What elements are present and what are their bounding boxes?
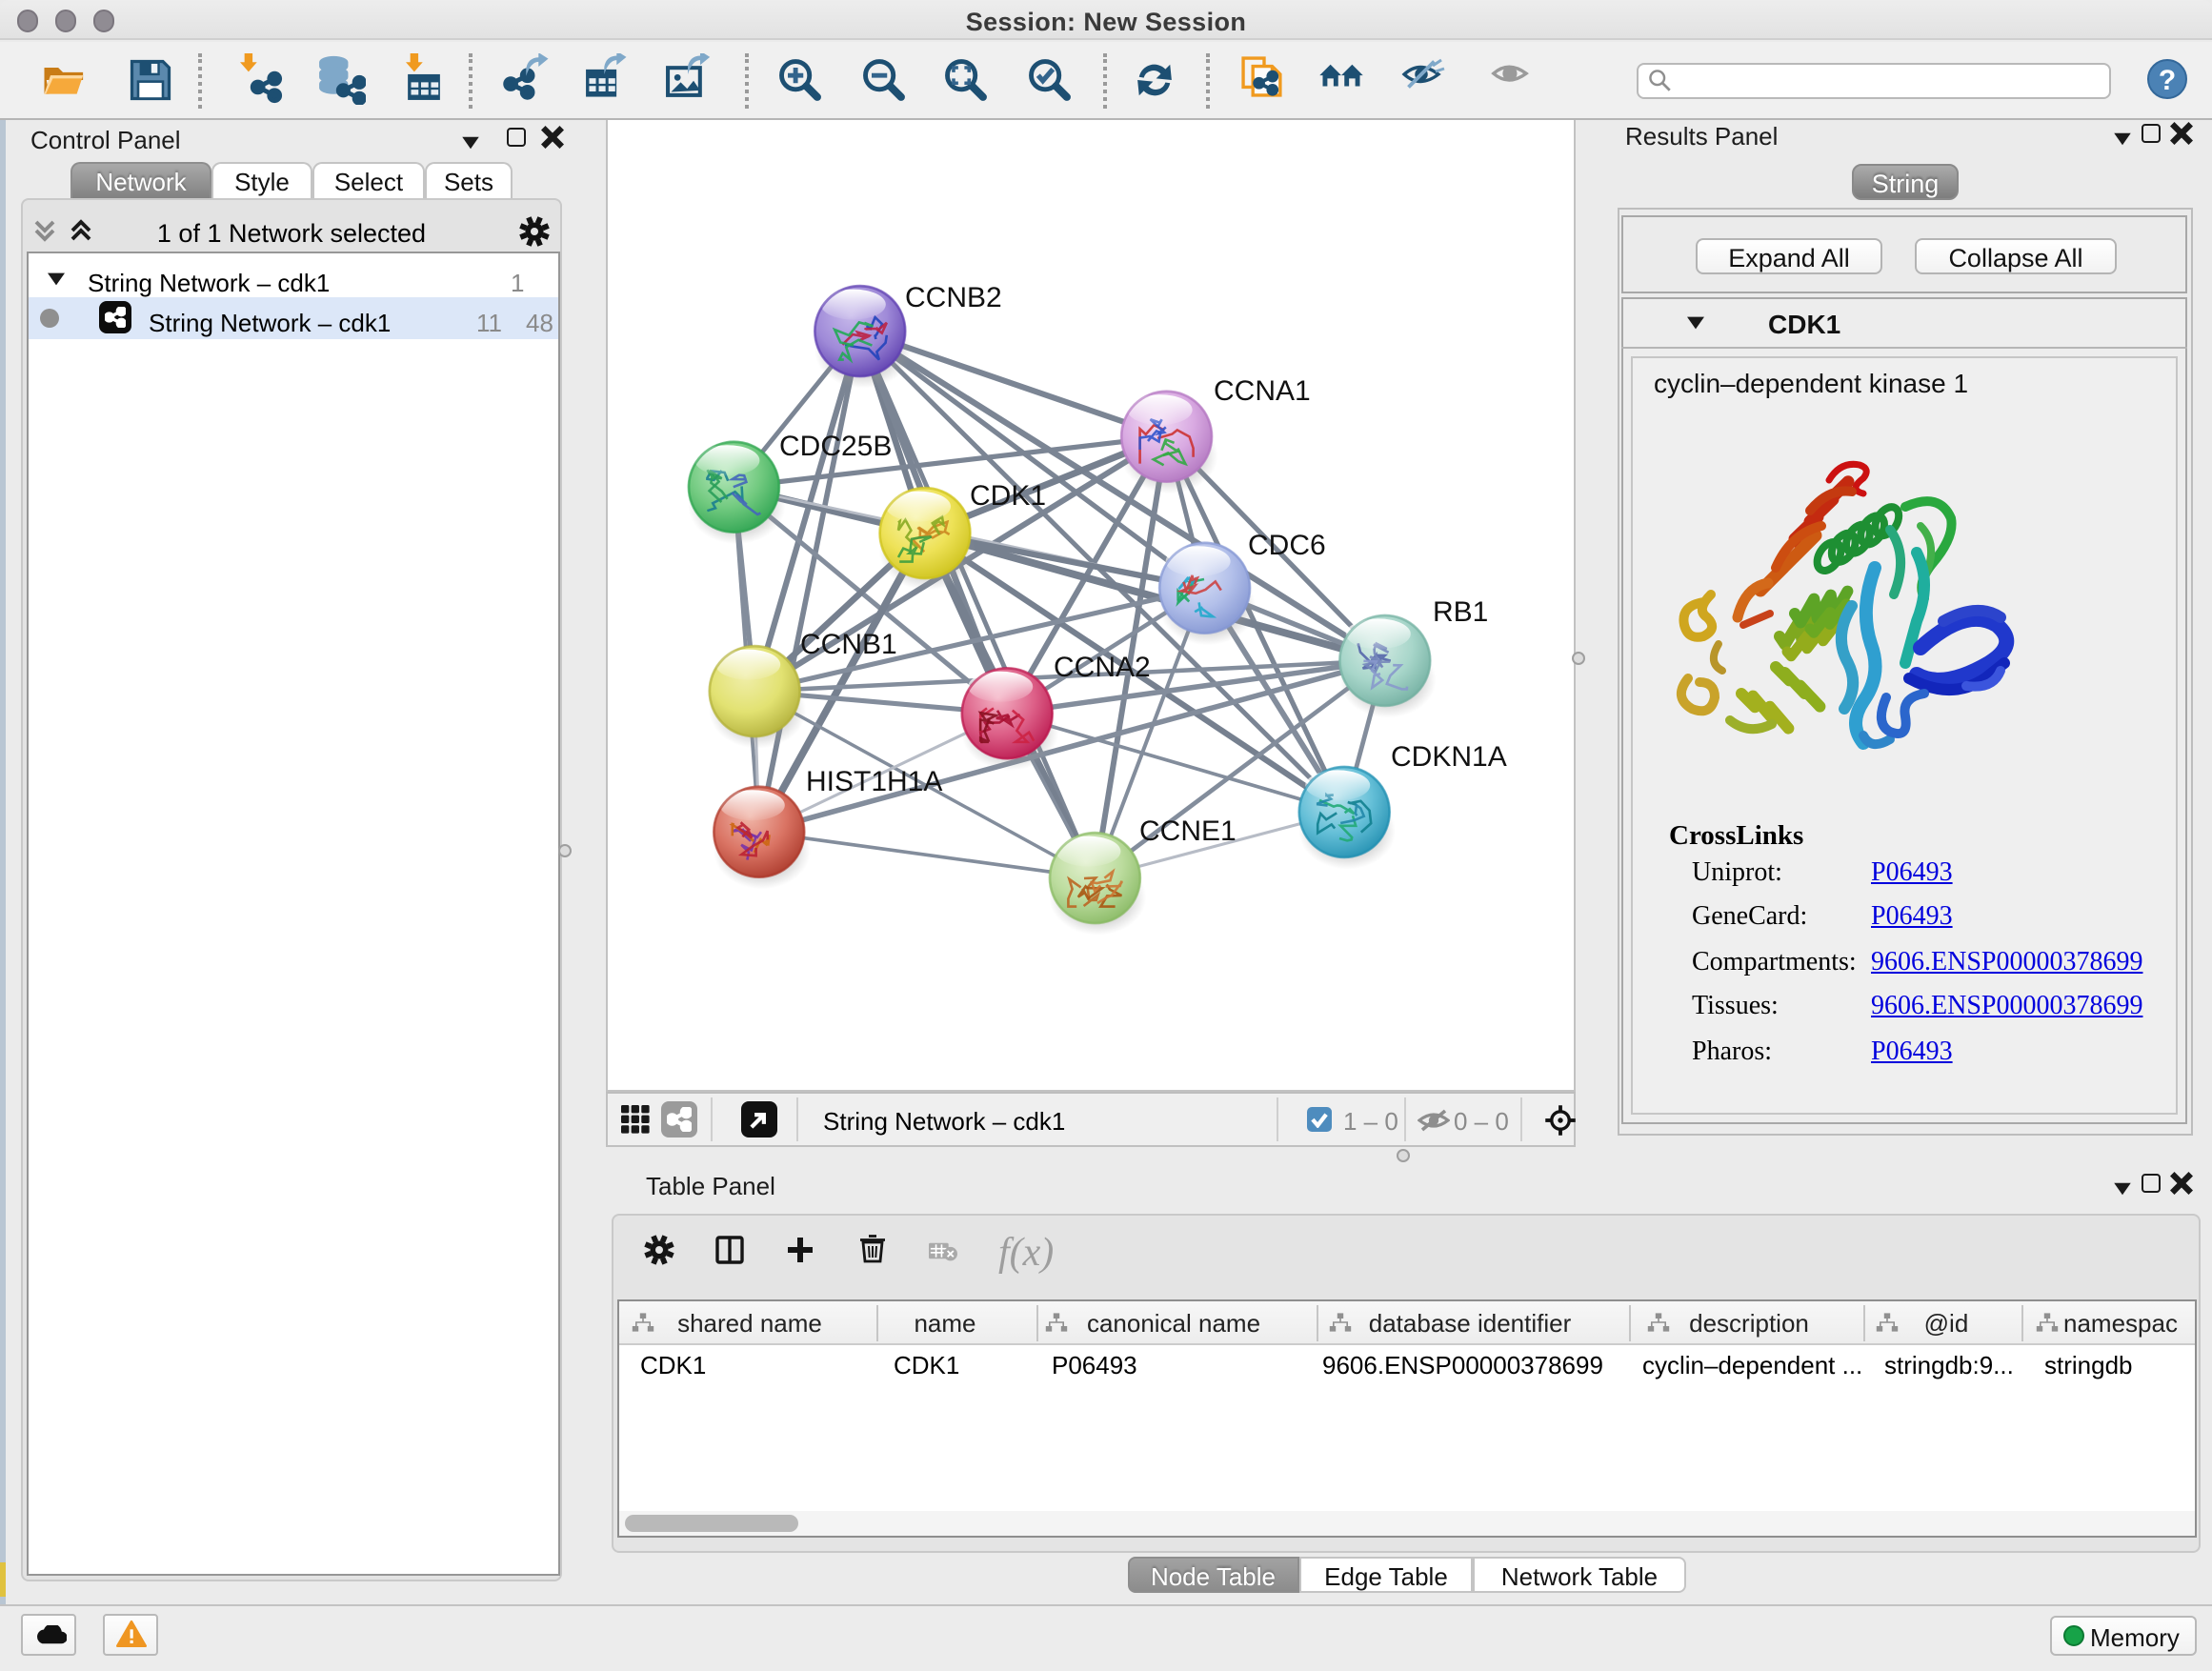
svg-text:CDK1: CDK1 (970, 480, 1046, 512)
svg-text:RB1: RB1 (1433, 596, 1488, 628)
svg-text:CCNA2: CCNA2 (1054, 652, 1151, 683)
svg-text:HIST1H1A: HIST1H1A (806, 766, 942, 797)
svg-text:CCNB1: CCNB1 (800, 629, 897, 660)
svg-text:CDC6: CDC6 (1248, 530, 1326, 561)
svg-text:CCNE1: CCNE1 (1139, 815, 1237, 847)
svg-text:CDC25B: CDC25B (779, 431, 892, 462)
svg-text:CCNA1: CCNA1 (1214, 375, 1311, 407)
svg-text:CDKN1A: CDKN1A (1391, 741, 1507, 773)
svg-text:CCNB2: CCNB2 (905, 282, 1002, 313)
